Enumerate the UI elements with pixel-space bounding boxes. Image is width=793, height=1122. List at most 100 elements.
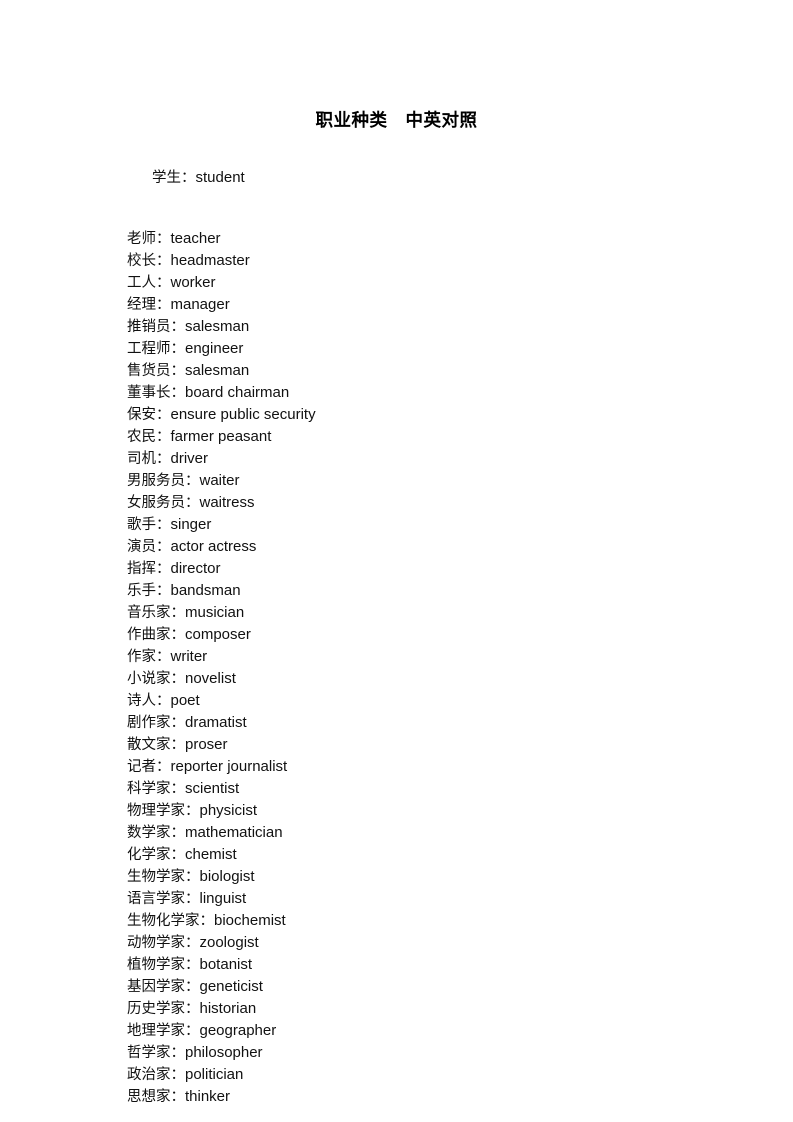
entry-gloss: dramatist (185, 714, 247, 731)
vocabulary-entries: 老师：teacher 校长：headmaster 工人：worker 经理：manag… (127, 228, 687, 1108)
entry-gloss: biologist (199, 868, 255, 885)
list-item: 推销员：salesman (127, 316, 687, 338)
list-item: 司机：driver (127, 448, 687, 470)
entry-gloss: salesman (185, 362, 250, 379)
entry-gloss: thinker (185, 1088, 231, 1105)
entry-separator: ： (185, 1001, 200, 1017)
list-item: 农民：farmer peasant (127, 426, 687, 448)
entry-term: 语言学家 (127, 891, 185, 907)
entry-gloss: politician (185, 1066, 244, 1083)
entry-separator: ： (170, 825, 186, 841)
page-title: 职业种类 中英对照 (315, 109, 478, 130)
entry-term: 经理 (127, 297, 156, 313)
entry-gloss: salesman (185, 318, 250, 335)
list-item: 作家：writer (127, 646, 687, 668)
entry-gloss: mathematician (185, 824, 283, 841)
entry-separator: ： (170, 385, 186, 401)
entry-separator: ： (156, 561, 171, 577)
entry-term: 物理学家 (127, 803, 185, 819)
entry-term: 动物学家 (127, 935, 185, 951)
entry-gloss: engineer (185, 340, 244, 357)
entry-gloss: writer (170, 648, 208, 665)
list-item: 作曲家：composer (127, 624, 687, 646)
entry-gloss: poet (170, 692, 200, 709)
entry-separator: ： (170, 781, 186, 797)
entry-term: 董事长 (127, 385, 171, 401)
entry-term: 乐手 (127, 583, 156, 599)
list-item: 小说家：novelist (127, 668, 687, 690)
entry-separator: ： (156, 583, 171, 599)
entry-separator: ： (156, 759, 171, 775)
list-item: 地理学家：geographer (127, 1020, 687, 1042)
list-item: 记者：reporter journalist (127, 756, 687, 778)
entry-separator: ： (170, 1089, 186, 1105)
list-item: 售货员：salesman (127, 360, 687, 382)
entry-separator: ： (185, 979, 200, 995)
entry-term: 售货员 (127, 363, 171, 379)
list-item: 数学家：mathematician (127, 822, 687, 844)
list-item: 演员：actor actress (127, 536, 687, 558)
entry-gloss: biochemist (214, 912, 286, 929)
list-item: 思想家：thinker (127, 1086, 687, 1108)
entry-separator: ： (185, 891, 200, 907)
list-item: 老师：teacher (127, 228, 687, 250)
entry-term: 化学家 (127, 847, 171, 863)
entry-gloss: linguist (199, 890, 247, 907)
entry-separator: ： (170, 847, 186, 863)
list-item: 化学家：chemist (127, 844, 687, 866)
list-item: 歌手：singer (127, 514, 687, 536)
entry-gloss: waiter (199, 472, 240, 489)
entry-gloss: manager (170, 296, 230, 313)
entry-gloss: scientist (185, 780, 240, 797)
entry-gloss: teacher (170, 230, 221, 247)
entry-term: 思想家 (127, 1089, 171, 1105)
entry-term: 指挥 (127, 561, 156, 577)
entry-term: 作家 (127, 649, 156, 665)
entry-term: 老师 (127, 231, 156, 247)
entry-term: 历史学家 (127, 1001, 185, 1017)
entry-separator: ： (170, 605, 186, 621)
entry-separator: ： (170, 1045, 186, 1061)
entry-term: 音乐家 (127, 605, 171, 621)
entry-term: 植物学家 (127, 957, 185, 973)
entry-separator: ： (185, 957, 200, 973)
entry-gloss: geographer (199, 1022, 277, 1039)
entry-term: 农民 (127, 429, 156, 445)
entry-gloss: actor actress (170, 538, 257, 555)
entry-term: 哲学家 (127, 1045, 171, 1061)
entry-term: 剧作家 (127, 715, 171, 731)
list-item: 生物学家：biologist (127, 866, 687, 888)
entry-separator: ： (156, 429, 171, 445)
entry-term: 演员 (127, 539, 156, 555)
list-item: 经理：manager (127, 294, 687, 316)
list-item: 男服务员：waiter (127, 470, 687, 492)
list-item: 物理学家：physicist (127, 800, 687, 822)
list-item: 乐手：bandsman (127, 580, 687, 602)
list-item: 董事长：board chairman (127, 382, 687, 404)
entry-term: 散文家 (127, 737, 171, 753)
entry-term: 作曲家 (127, 627, 171, 643)
list-item: 工人：worker (127, 272, 687, 294)
entry-separator: ： (156, 517, 171, 533)
entry-term: 工程师 (127, 341, 171, 357)
list-item: 历史学家：historian (127, 998, 687, 1020)
entry-term: 地理学家 (127, 1023, 185, 1039)
entry-term: 诗人 (127, 693, 156, 709)
entry-gloss: botanist (199, 956, 253, 973)
entry-term: 政治家 (127, 1067, 171, 1083)
list-item: 保安：ensure public security (127, 404, 687, 426)
entry-gloss: physicist (199, 802, 258, 819)
entry-term: 工人 (127, 275, 156, 291)
entry-separator: ： (156, 275, 171, 291)
entry-gloss: farmer peasant (170, 428, 272, 445)
entry-term: 记者 (127, 759, 156, 775)
entry-gloss: driver (170, 450, 209, 467)
list-item: 女服务员：waitress (127, 492, 687, 514)
entry-separator: ： (156, 231, 171, 247)
entry-separator: ： (185, 869, 200, 885)
entry-separator: ： (170, 715, 186, 731)
entry-gloss: headmaster (170, 252, 250, 269)
list-item: 植物学家：botanist (127, 954, 687, 976)
entry-gloss: historian (199, 1000, 257, 1017)
